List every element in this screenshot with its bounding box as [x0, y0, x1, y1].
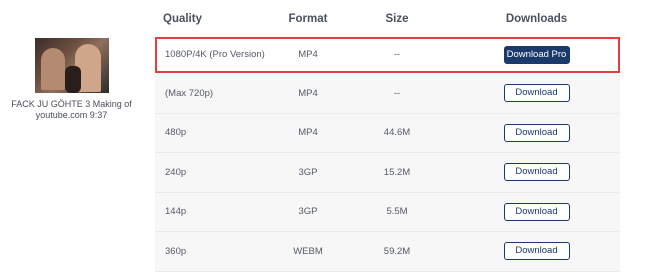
cell-size: 59.2M	[383, 245, 411, 257]
cell-format: MP4	[298, 127, 318, 139]
cell-quality: 360p	[165, 245, 187, 257]
cell-format: WEBM	[293, 245, 323, 257]
cell-size: 15.2M	[383, 166, 411, 178]
thumbnail-person-left	[41, 48, 65, 90]
table-header: Quality Format Size Downloads	[155, 0, 620, 37]
download-table: Quality Format Size Downloads 1080P/4K (…	[155, 0, 620, 272]
download-button[interactable]: Download	[503, 84, 570, 103]
cell-quality: (Max 720p)	[165, 87, 214, 99]
cell-quality: 240p	[165, 166, 187, 178]
video-title: FACK JU GÖHTE 3 Making of youtube.com 9:…	[0, 99, 143, 121]
video-card: FACK JU GÖHTE 3 Making of youtube.com 9:…	[0, 38, 143, 121]
table-row: (Max 720p) MP4 -- Download	[155, 74, 620, 114]
cell-format: MP4	[298, 87, 318, 99]
cell-download: Download Pro	[453, 45, 620, 64]
cell-format: 3GP	[298, 206, 318, 218]
cell-size: --	[393, 49, 401, 60]
cell-download: Download	[453, 202, 620, 221]
video-thumbnail[interactable]	[35, 38, 109, 93]
cell-size: --	[393, 87, 401, 99]
cell-format: MP4	[298, 49, 318, 60]
table-row-pro: 1080P/4K (Pro Version) MP4 -- Download P…	[155, 37, 620, 73]
cell-quality: 144p	[165, 206, 187, 218]
cell-format: 3GP	[298, 166, 318, 178]
cell-download: Download	[453, 163, 620, 182]
cell-size: 5.5M	[386, 206, 408, 218]
cell-quality: 480p	[165, 127, 187, 139]
download-button[interactable]: Download	[503, 163, 570, 182]
header-format: Format	[288, 12, 328, 25]
cell-download: Download	[453, 242, 620, 261]
download-button[interactable]: Download	[503, 123, 570, 142]
table-row: 360p WEBM 59.2M Download	[155, 232, 620, 272]
video-source-duration: youtube.com 9:37	[35, 110, 108, 120]
cell-size: 44.6M	[383, 127, 411, 139]
header-quality: Quality	[163, 12, 202, 25]
table-row: 240p 3GP 15.2M Download	[155, 153, 620, 193]
download-button[interactable]: Download	[503, 202, 570, 221]
table-row: 480p MP4 44.6M Download	[155, 113, 620, 153]
cell-quality: 1080P/4K (Pro Version)	[165, 49, 265, 60]
thumbnail-person-center	[65, 66, 81, 93]
table-row: 144p 3GP 5.5M Download	[155, 192, 620, 232]
video-title-line1: FACK JU GÖHTE 3 Making of	[11, 99, 132, 109]
download-pro-button[interactable]: Download Pro	[503, 45, 570, 64]
cell-download: Download	[453, 84, 620, 103]
header-downloads: Downloads	[505, 12, 568, 25]
cell-download: Download	[453, 123, 620, 142]
header-size: Size	[385, 12, 409, 25]
download-button[interactable]: Download	[503, 242, 570, 261]
